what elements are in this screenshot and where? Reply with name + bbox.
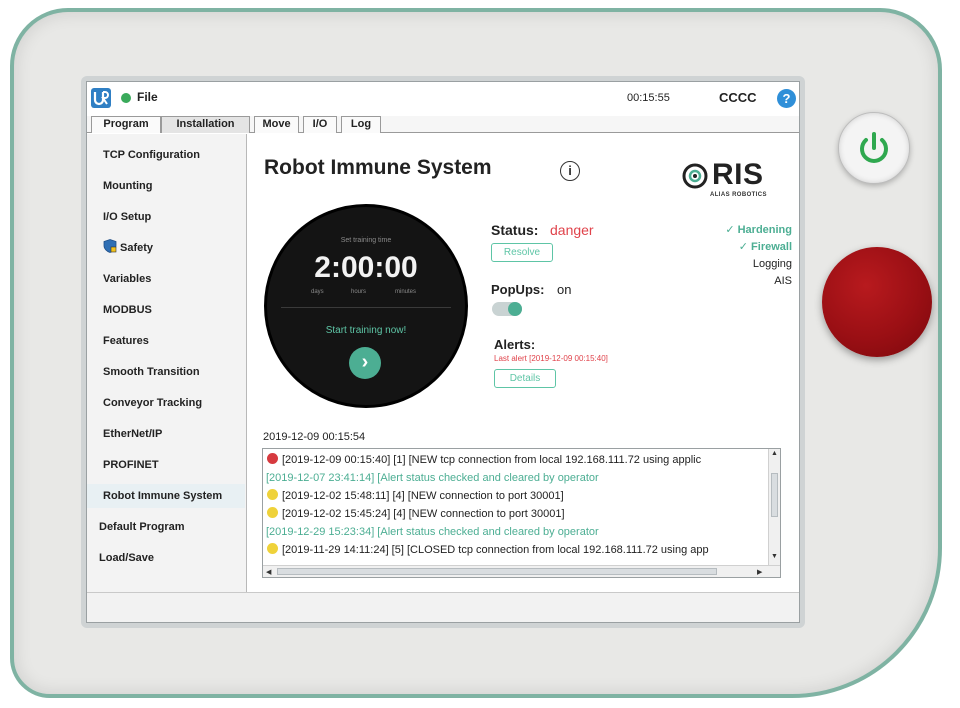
sidebar-item-label: Safety — [120, 242, 154, 254]
tab-installation[interactable]: Installation — [161, 116, 250, 133]
log-text: [2019-12-07 23:41:14] [Alert status chec… — [266, 472, 599, 484]
toggle-knob — [508, 302, 522, 316]
scroll-thumb[interactable] — [771, 473, 778, 517]
log-vertical-scrollbar[interactable]: ▲ ▼ — [768, 449, 780, 565]
warning-dot-icon — [267, 489, 278, 500]
log-text: [2019-11-29 14:11:24] [5] [CLOSED tcp co… — [282, 544, 709, 556]
log-row[interactable]: [2019-12-02 15:48:11] [4] [NEW connectio… — [263, 487, 769, 505]
sidebar-item-features[interactable]: Features — [87, 329, 245, 353]
log-timestamp: 2019-12-09 00:15:54 — [263, 431, 366, 443]
check-hardening: ✓ Hardening — [725, 224, 792, 236]
popups-label: PopUps: — [491, 282, 545, 297]
ris-logo: RIS ALIAS ROBOTICS — [680, 158, 780, 204]
last-alert-text: Last alert [2019-12-09 00:15:40] — [494, 354, 608, 363]
main-tabs: Program Installation Move I/O Log — [87, 116, 799, 133]
tab-log[interactable]: Log — [341, 116, 381, 133]
sidebar-item-variables[interactable]: Variables — [87, 267, 245, 291]
sidebar-item-io-setup[interactable]: I/O Setup — [87, 205, 245, 229]
scroll-left-icon[interactable]: ◀ — [266, 568, 271, 576]
log-row[interactable]: [2019-12-02 15:45:24] [4] [NEW connectio… — [263, 505, 769, 523]
protection-status-list: ✓ Hardening ✓ Firewall Logging AIS — [680, 222, 792, 290]
sidebar-item-robot-immune-system[interactable]: Robot Immune System — [87, 484, 245, 508]
log-text: [2019-12-02 15:45:24] [4] [NEW connectio… — [282, 508, 565, 520]
sidebar-item-modbus[interactable]: MODBUS — [87, 298, 245, 322]
timer-unit-minutes: minutes — [395, 289, 417, 295]
ris-logo-text: RIS — [712, 158, 764, 191]
check-logging: Logging — [752, 258, 792, 270]
scroll-thumb[interactable] — [277, 568, 717, 575]
emergency-stop-button[interactable] — [822, 247, 932, 357]
training-timer: Set training time 2:00:00 days hours min… — [264, 204, 468, 408]
log-horizontal-scrollbar[interactable]: ◀ ▶ — [263, 565, 780, 577]
log-row[interactable]: [2019-11-29 14:11:24] [5] [CLOSED tcp co… — [263, 541, 769, 559]
power-icon — [860, 132, 888, 163]
status-dot-icon — [121, 93, 131, 103]
sidebar-item-mounting[interactable]: Mounting — [87, 174, 245, 198]
log-text: [2019-12-29 15:23:34] [Alert status chec… — [266, 526, 599, 538]
danger-dot-icon — [267, 453, 278, 464]
sidebar-item-tcp-configuration[interactable]: TCP Configuration — [87, 143, 245, 167]
timer-value[interactable]: 2:00:00 — [267, 251, 465, 285]
sidebar-item-profinet[interactable]: PROFINET — [87, 453, 245, 477]
footer-bar — [87, 592, 799, 622]
scroll-up-icon[interactable]: ▲ — [771, 450, 778, 457]
sidebar-item-smooth-transition[interactable]: Smooth Transition — [87, 360, 245, 384]
scroll-right-icon[interactable]: ▶ — [757, 568, 762, 576]
tab-io[interactable]: I/O — [303, 116, 337, 133]
tab-program[interactable]: Program — [91, 116, 161, 133]
warning-dot-icon — [267, 507, 278, 518]
sidebar-item-conveyor-tracking[interactable]: Conveyor Tracking — [87, 391, 245, 415]
status-label: Status: — [491, 222, 539, 238]
check-firewall: ✓ Firewall — [738, 241, 792, 253]
help-icon[interactable]: ? — [777, 89, 796, 108]
ris-mark-icon — [682, 163, 708, 189]
details-button[interactable]: Details — [494, 369, 556, 388]
log-row[interactable]: [2019-12-07 23:41:14] [Alert status chec… — [263, 469, 769, 487]
ur-logo-icon — [91, 88, 111, 108]
ris-panel: Robot Immune System i RIS ALIAS ROBOTICS… — [248, 134, 799, 592]
power-button[interactable] — [838, 112, 910, 184]
start-training-label[interactable]: Start training now! — [267, 325, 465, 336]
sidebar-item-safety[interactable]: Safety — [87, 236, 245, 260]
sidebar-item-default-program[interactable]: Default Program — [87, 515, 245, 539]
log-row[interactable]: [2019-12-09 00:15:40] [1] [NEW tcp conne… — [263, 451, 769, 469]
check-ais: AIS — [774, 275, 792, 287]
tab-move[interactable]: Move — [254, 116, 299, 133]
file-menu[interactable]: File — [137, 90, 158, 104]
popups-toggle[interactable] — [492, 302, 522, 316]
screen: File 00:15:55 CCCC ? Program Installatio… — [86, 81, 800, 623]
info-icon[interactable]: i — [560, 161, 580, 181]
timer-unit-days: days — [311, 289, 324, 295]
safety-shield-icon — [103, 239, 117, 253]
sidebar-item-ethernet-ip[interactable]: EtherNet/IP — [87, 422, 245, 446]
status-value: danger — [550, 222, 594, 238]
sidebar-item-load-save[interactable]: Load/Save — [87, 546, 245, 570]
timer-caption: Set training time — [340, 237, 392, 244]
log-text: [2019-12-02 15:48:11] [4] [NEW connectio… — [282, 490, 564, 502]
clock: 00:15:55 — [627, 92, 670, 104]
ris-logo-subtitle: ALIAS ROBOTICS — [710, 192, 767, 198]
log-row[interactable]: [2019-12-29 15:23:34] [Alert status chec… — [263, 523, 769, 541]
timer-unit-hours: hours — [351, 289, 367, 295]
alerts-label: Alerts: — [494, 337, 536, 352]
user-name[interactable]: CCCC — [719, 90, 757, 105]
installation-sidebar: TCP Configuration Mounting I/O Setup Saf… — [87, 134, 247, 592]
popups-value: on — [557, 282, 572, 297]
warning-dot-icon — [267, 543, 278, 554]
timer-divider — [281, 307, 451, 308]
page-title: Robot Immune System — [264, 156, 492, 179]
header-bar: File 00:15:55 CCCC ? — [87, 82, 799, 114]
event-log[interactable]: [2019-12-09 00:15:40] [1] [NEW tcp conne… — [262, 448, 781, 578]
resolve-button[interactable]: Resolve — [491, 243, 553, 262]
log-text: [2019-12-09 00:15:40] [1] [NEW tcp conne… — [282, 454, 702, 466]
start-training-button[interactable]: › — [349, 347, 381, 379]
scroll-down-icon[interactable]: ▼ — [771, 553, 778, 560]
